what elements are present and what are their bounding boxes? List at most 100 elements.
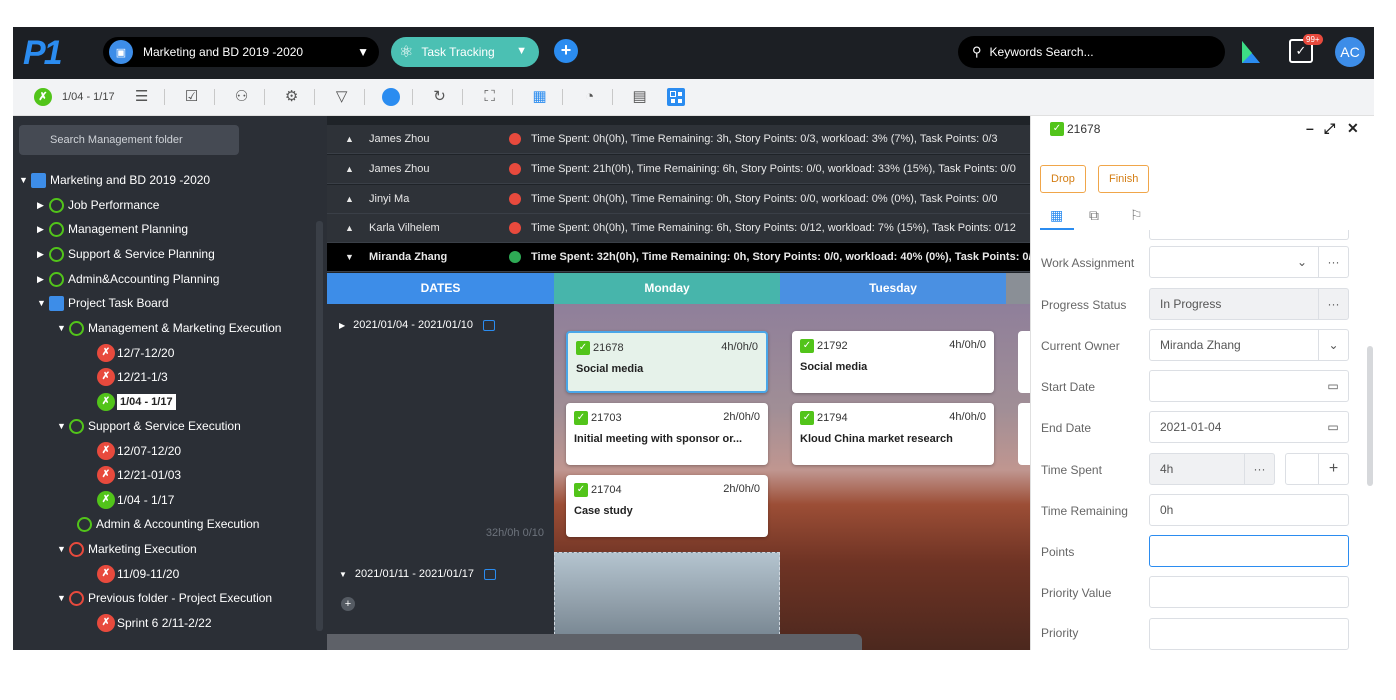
minimize-icon[interactable]: –: [1306, 120, 1314, 136]
calendar-icon[interactable]: [484, 568, 496, 580]
tree-item-support-execution[interactable]: ▼ Support & Service Execution: [57, 415, 241, 437]
board-view-icon[interactable]: [666, 88, 685, 106]
module-selector[interactable]: ⚛ Task Tracking ▼: [391, 37, 539, 67]
current-owner-select[interactable]: Miranda Zhang ⌄: [1149, 329, 1349, 361]
tree-item-management-planning[interactable]: ▶ Management Planning: [37, 218, 188, 240]
task-id: 21792: [817, 340, 848, 352]
copy-tab-icon[interactable]: ⧉: [1089, 207, 1099, 224]
task-card-selected[interactable]: ✓ 21678 4h/0h/0 Social media: [566, 331, 768, 393]
pie-chart-icon[interactable]: ◔: [580, 87, 600, 107]
globe-icon[interactable]: [381, 88, 400, 106]
calendar-icon[interactable]: [483, 319, 496, 331]
time-spent-field[interactable]: 4h ···: [1149, 453, 1275, 485]
label-priority: Priority: [1041, 626, 1079, 640]
flag-tab-icon[interactable]: ⚐: [1130, 207, 1143, 224]
fullscreen-icon[interactable]: ⛶: [480, 87, 500, 107]
member-name: Karla Vilhelem: [369, 222, 440, 234]
time-spent-add[interactable]: +: [1285, 453, 1349, 485]
avatar[interactable]: AC: [1335, 37, 1365, 67]
task-card[interactable]: ✓ 21792 4h/0h/0 Social media: [792, 331, 994, 393]
sprint-indicator[interactable]: ✗ 1/04 - 1/17: [34, 88, 115, 106]
progress-status-field[interactable]: In Progress ···: [1149, 288, 1349, 320]
label-end-date: End Date: [1041, 421, 1092, 435]
member-stats: Time Spent: 21h(0h), Time Remaining: 6h,…: [531, 163, 1016, 175]
list-icon[interactable]: ☰: [132, 87, 152, 107]
tree-item-sprint[interactable]: ✗ 12/21-1/3: [97, 366, 168, 388]
tree-item-sprint[interactable]: ✗ 12/21-01/03: [97, 464, 181, 486]
week-row[interactable]: ▶ 2021/01/04 - 2021/01/10: [339, 319, 496, 331]
task-card-partial[interactable]: [1018, 331, 1030, 393]
board-icon: [49, 295, 64, 311]
time-remaining-input[interactable]: 0h: [1149, 494, 1349, 526]
caret-right-icon: ▶: [37, 224, 44, 234]
sprint-runner-icon: ✗: [97, 368, 115, 386]
grid-tab-icon[interactable]: ▦: [1050, 207, 1063, 224]
plus-icon[interactable]: +: [1318, 454, 1348, 484]
task-card[interactable]: ✓ 21703 2h/0h/0 Initial meeting with spon…: [566, 403, 768, 465]
task-title: Social media: [800, 361, 868, 373]
end-date-input[interactable]: 2021-01-04 ▭: [1149, 411, 1349, 443]
add-button[interactable]: +: [554, 39, 578, 63]
tree-item-sprint[interactable]: ✗ 1/04 - 1/17: [97, 489, 174, 511]
task-card-partial[interactable]: [1018, 403, 1030, 465]
filter-icon[interactable]: ▽: [332, 87, 352, 107]
settings-icon[interactable]: ⚙: [282, 87, 302, 107]
drop-button[interactable]: Drop: [1040, 165, 1086, 193]
expand-icon[interactable]: ⤢: [1324, 120, 1335, 137]
member-stats: Time Spent: 0h(0h), Time Remaining: 0h, …: [531, 193, 998, 205]
tree-item-project-task-board[interactable]: ▼ Project Task Board: [37, 292, 169, 314]
work-assignment-select[interactable]: ⌄ ···: [1149, 246, 1349, 278]
tree-item-sprint[interactable]: ✗ 12/07-12/20: [97, 440, 181, 462]
calendar-icon[interactable]: ▦: [530, 87, 550, 107]
tree-label: 12/21-01/03: [117, 468, 182, 482]
start-date-input[interactable]: ▭: [1149, 370, 1349, 402]
more-icon[interactable]: ···: [1318, 247, 1348, 277]
more-icon[interactable]: ···: [1244, 454, 1274, 484]
tree-item-mgmt-marketing-execution[interactable]: ▼ Management & Marketing Execution: [57, 317, 281, 339]
tree-item-sprint[interactable]: ✗ Sprint 6 2/11-2/22: [97, 612, 212, 634]
finish-button[interactable]: Finish: [1098, 165, 1150, 193]
tree-item-job-performance[interactable]: ▶ Job Performance: [37, 194, 159, 216]
close-icon[interactable]: ✕: [1347, 120, 1359, 137]
calendar-icon: ▭: [1327, 420, 1339, 434]
folder-search-input[interactable]: Search Management folder: [19, 125, 239, 155]
brand-icon[interactable]: [1240, 39, 1262, 65]
sidebar-scrollbar[interactable]: [316, 221, 323, 631]
member-stats: Time Spent: 0h(0h), Time Remaining: 6h, …: [531, 222, 1016, 234]
tree-item-admin-planning[interactable]: ▶ Admin&Accounting Planning: [37, 268, 219, 290]
add-icon[interactable]: +: [341, 597, 355, 611]
caret-down-icon: ▼: [19, 175, 28, 185]
tree-item-previous-folder[interactable]: ▼ Previous folder - Project Execution: [57, 587, 272, 609]
priority-select[interactable]: [1149, 618, 1349, 650]
task-id: 21703: [591, 412, 622, 424]
current-owner-value: Miranda Zhang: [1160, 338, 1241, 352]
task-time: 2h/0h/0: [723, 411, 760, 423]
keyword-search[interactable]: ⚲ Keywords Search...: [958, 36, 1225, 68]
tree-item-root[interactable]: ▼ Marketing and BD 2019 -2020: [19, 169, 210, 191]
task-card[interactable]: ✓ 21704 2h/0h/0 Case study: [566, 475, 768, 537]
week-total: 32h/0h 0/10: [485, 527, 544, 539]
checklist-icon[interactable]: ☑: [182, 87, 202, 107]
tree-item-admin-execution[interactable]: Admin & Accounting Execution: [77, 513, 259, 535]
priority-value-input[interactable]: [1149, 576, 1349, 608]
cube-icon: [31, 172, 46, 188]
week-row[interactable]: ▼ 2021/01/11 - 2021/01/17: [339, 568, 496, 580]
tree-label: Support & Service Execution: [88, 419, 241, 433]
users-icon[interactable]: ⚇: [232, 87, 252, 107]
tree-item-sprint-selected[interactable]: ✗ 1/04 - 1/17: [97, 391, 176, 413]
tree-item-sprint[interactable]: ✗ 12/7-12/20: [97, 342, 174, 364]
points-input[interactable]: [1149, 535, 1349, 567]
caret-down-icon: ▼: [57, 544, 66, 554]
refresh-icon[interactable]: ↻: [430, 87, 450, 107]
panel-scrollbar[interactable]: [1367, 346, 1373, 486]
tree-item-sprint[interactable]: ✗ 11/09-11/20: [97, 563, 179, 585]
task-card[interactable]: ✓ 21794 4h/0h/0 Kloud China market resear…: [792, 403, 994, 465]
tree-item-marketing-execution[interactable]: ▼ Marketing Execution: [57, 538, 197, 560]
document-icon[interactable]: ▤: [630, 87, 650, 107]
end-date-value: 2021-01-04: [1160, 420, 1222, 434]
tree-item-support-planning[interactable]: ▶ Support & Service Planning: [37, 243, 215, 265]
project-selector[interactable]: ▣ Marketing and BD 2019 -2020 ▼: [103, 37, 379, 67]
app-logo[interactable]: P1: [23, 36, 63, 70]
more-icon[interactable]: ···: [1318, 289, 1348, 319]
horizontal-scrollbar[interactable]: [327, 634, 862, 650]
